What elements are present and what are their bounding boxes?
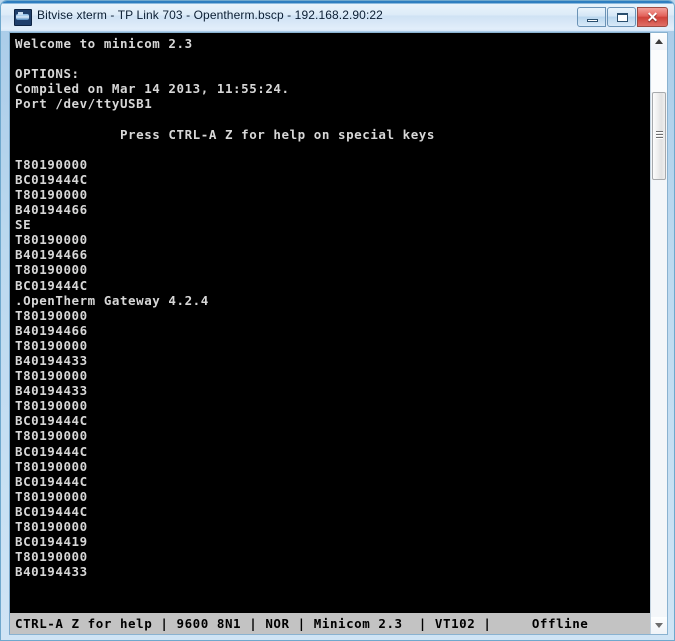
scroll-down-triangle xyxy=(655,623,663,628)
terminal-output: Welcome to minicom 2.3 OPTIONS: Compiled … xyxy=(15,36,645,579)
scroll-up-triangle xyxy=(655,39,663,44)
terminal-line: B40194433 xyxy=(15,564,88,580)
terminal-client-area: Welcome to minicom 2.3 OPTIONS: Compiled … xyxy=(9,32,668,635)
terminal-line: B40194433 xyxy=(15,383,88,399)
minicom-status-bar: CTRL-A Z for help | 9600 8N1 | NOR | Min… xyxy=(10,613,651,634)
maximize-button[interactable] xyxy=(607,7,636,27)
terminal-line: T80190000 xyxy=(15,262,88,278)
terminal-line: Welcome to minicom 2.3 xyxy=(15,36,193,51)
scrollbar-thumb[interactable] xyxy=(652,92,666,180)
scrollbar-thumb-grip xyxy=(656,131,663,140)
terminal-line: T80190000 xyxy=(15,488,88,504)
terminal-line: B40194466 xyxy=(15,247,88,263)
terminal-line: Press CTRL-A Z for help on special keys xyxy=(15,126,435,142)
application-window: Bitvise xterm - TP Link 703 - Opentherm.… xyxy=(0,0,675,641)
minimize-button[interactable] xyxy=(577,7,606,27)
terminal-line: BC019444C xyxy=(15,413,88,429)
terminal-line: T80190000 xyxy=(15,232,88,248)
terminal-screen[interactable]: Welcome to minicom 2.3 OPTIONS: Compiled … xyxy=(10,33,651,613)
terminal-line: .OpenTherm Gateway 4.2.4 xyxy=(15,292,209,308)
terminal-line: BC019444C xyxy=(15,171,88,187)
scroll-up-arrow-icon[interactable] xyxy=(651,33,667,50)
terminal-line: T80190000 xyxy=(15,398,88,414)
terminal-line: T80190000 xyxy=(15,519,88,534)
terminal-line: OPTIONS: xyxy=(15,66,80,82)
terminal-line: BC019444C xyxy=(15,277,88,293)
minimize-icon xyxy=(587,19,598,22)
bitvise-app-icon xyxy=(14,9,32,26)
maximize-icon xyxy=(617,13,628,22)
terminal-line: Port /dev/ttyUSB1 xyxy=(15,96,153,112)
terminal-line: SE xyxy=(15,217,32,233)
terminal-line: T80190000 xyxy=(15,337,88,353)
scroll-down-arrow-icon[interactable] xyxy=(651,617,667,634)
terminal-line: T80190000 xyxy=(15,458,88,474)
app-icon-glyph-highlight xyxy=(18,12,23,15)
terminal-line: T80190000 xyxy=(15,156,88,172)
terminal-line: BC019444C xyxy=(15,503,88,519)
terminal-line: T80190000 xyxy=(15,368,88,384)
terminal-line: T80190000 xyxy=(15,549,88,565)
terminal-line: T80190000 xyxy=(15,307,88,323)
close-icon: ✕ xyxy=(646,9,659,25)
terminal-line: B40194466 xyxy=(15,202,88,218)
terminal-line: Compiled on Mar 14 2013, 11:55:24. xyxy=(15,81,290,97)
terminal-line: B40194466 xyxy=(15,322,88,338)
terminal-line: BC019444C xyxy=(15,443,88,459)
terminal-line: B40194433 xyxy=(15,352,88,368)
window-title-text: Bitvise xterm - TP Link 703 - Opentherm.… xyxy=(37,8,383,22)
scrollbar-track-upper[interactable] xyxy=(651,50,667,92)
terminal-line: BC019444C xyxy=(15,473,88,489)
close-button[interactable]: ✕ xyxy=(637,7,668,27)
terminal-line: T80190000 xyxy=(15,186,88,202)
vertical-scrollbar[interactable] xyxy=(650,33,667,634)
status-bar-text: CTRL-A Z for help | 9600 8N1 | NOR | Min… xyxy=(15,616,589,631)
window-title-bar[interactable]: Bitvise xterm - TP Link 703 - Opentherm.… xyxy=(1,1,674,31)
terminal-line: T80190000 xyxy=(15,428,88,444)
terminal-line: BC0194419 xyxy=(15,534,88,550)
